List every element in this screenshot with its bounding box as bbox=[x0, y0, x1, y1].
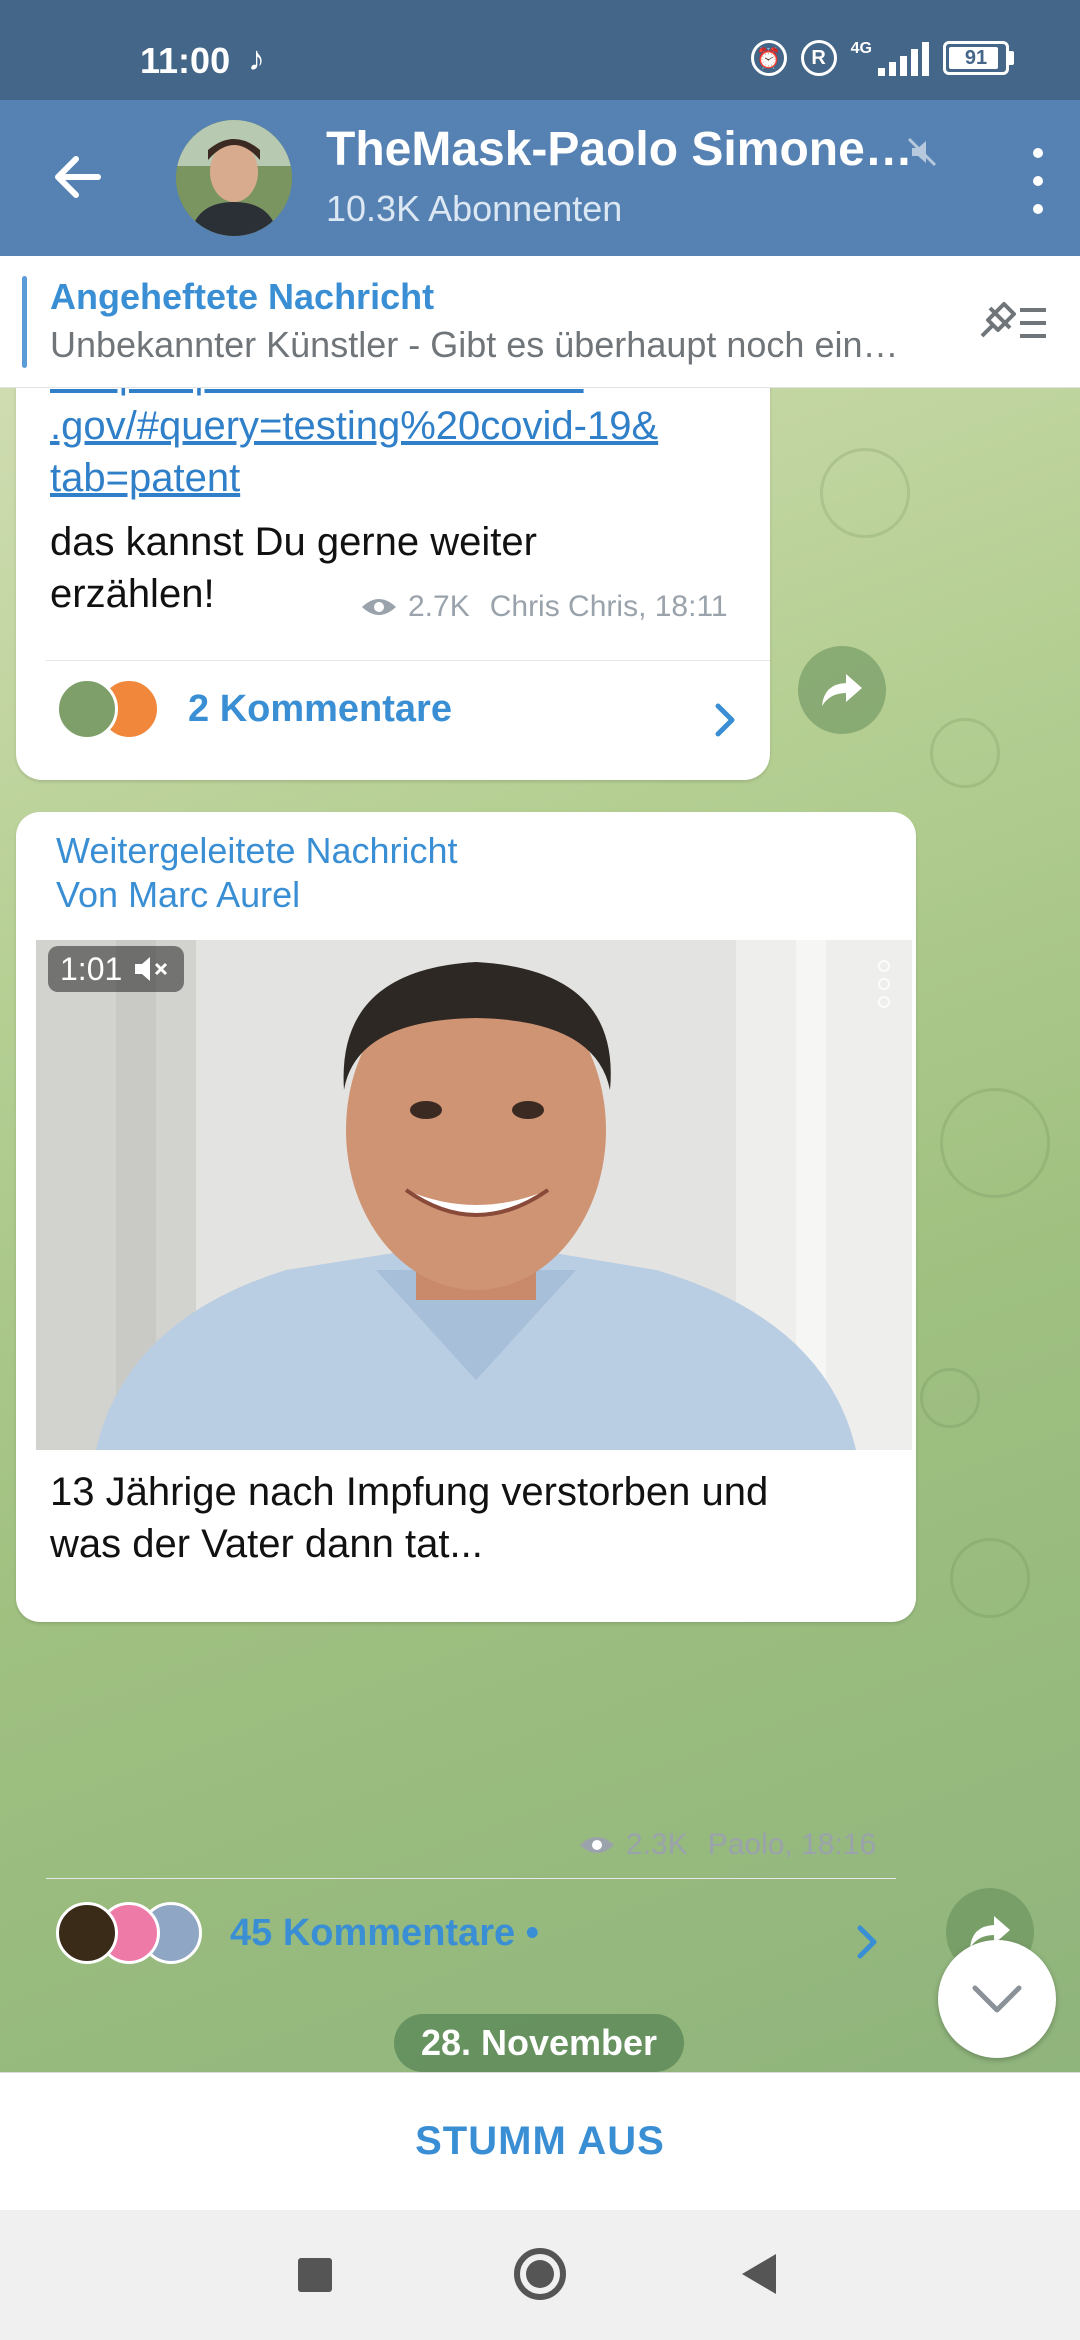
comments-label[interactable]: 2 Kommentare bbox=[188, 688, 452, 731]
message-author-time: Chris Chris, 18:11 bbox=[489, 590, 728, 623]
commenter-avatar bbox=[56, 678, 118, 740]
forwarded-from[interactable]: Von Marc Aurel bbox=[56, 874, 300, 916]
background-doodle bbox=[930, 718, 1000, 788]
status-bar: 11:00 ♪ ⏰ R 4G 91 bbox=[0, 0, 1080, 100]
pinned-title: Angeheftete Nachricht bbox=[50, 276, 435, 317]
recent-apps-icon[interactable] bbox=[298, 2258, 332, 2292]
divider bbox=[46, 1878, 896, 1879]
video-dots-icon bbox=[878, 960, 890, 1008]
chat-header: TheMask-Paolo Simone… 10.3K Abonnenten bbox=[0, 100, 1080, 256]
comments-row[interactable]: 45 Kommentare • bbox=[56, 1902, 539, 1964]
mute-bar: STUMM AUS bbox=[0, 2072, 1080, 2210]
network-label: 4G bbox=[850, 40, 872, 57]
pinned-message-bar[interactable]: Angeheftete Nachricht Unbekannter Künstl… bbox=[0, 256, 1080, 388]
eye-icon bbox=[362, 599, 396, 615]
more-icon[interactable] bbox=[1024, 148, 1052, 214]
date-separator: 28. November bbox=[394, 2014, 684, 2072]
forward-icon bbox=[822, 674, 862, 706]
video-frame bbox=[36, 940, 912, 1450]
commenter-avatar bbox=[56, 1902, 118, 1964]
message-text: 13 Jährige nach Impfung verstorben und bbox=[50, 1470, 769, 1514]
view-count: 2.3K bbox=[626, 1828, 688, 1861]
forwarded-label: Weitergeleitete Nachricht bbox=[56, 830, 458, 871]
background-doodle bbox=[950, 1538, 1030, 1618]
signal-icon bbox=[878, 40, 929, 76]
comments-label[interactable]: 45 Kommentare • bbox=[230, 1912, 539, 1955]
comments-row[interactable]: 2 Kommentare bbox=[56, 678, 452, 740]
message-author-time: Paolo, 18:16 bbox=[707, 1828, 877, 1861]
message-bubble[interactable]: Weitergeleitete Nachricht Von Marc Aurel bbox=[16, 812, 916, 1622]
channel-avatar[interactable] bbox=[176, 120, 292, 236]
message-text: was der Vater dann tat... bbox=[50, 1522, 483, 1566]
battery-tip bbox=[1009, 51, 1014, 65]
scroll-down-button[interactable] bbox=[938, 1940, 1056, 2058]
chevron-right-icon[interactable] bbox=[710, 700, 740, 740]
message-text: das kannst Du gerne weiter bbox=[50, 520, 537, 564]
view-count: 2.7K bbox=[408, 590, 470, 623]
navigation-bar bbox=[0, 2210, 1080, 2340]
channel-title[interactable]: TheMask-Paolo Simone… bbox=[326, 122, 916, 177]
tiktok-icon: ♪ bbox=[248, 40, 265, 78]
back-icon[interactable] bbox=[742, 2254, 776, 2294]
background-doodle bbox=[820, 448, 910, 538]
message-link[interactable]: - https://pubchem.ncbi.nlm.nih bbox=[50, 388, 584, 397]
message-meta: 2.3K Paolo, 18:16 bbox=[578, 1828, 876, 1862]
alarm-icon: ⏰ bbox=[750, 40, 787, 76]
background-doodle bbox=[940, 1088, 1050, 1198]
battery-text: 91 bbox=[964, 46, 988, 69]
message-link[interactable]: tab=patent bbox=[50, 456, 240, 501]
subscriber-count: 10.3K Abonnenten bbox=[326, 188, 623, 229]
forward-button[interactable] bbox=[798, 646, 886, 734]
message-bubble[interactable]: - https://pubchem.ncbi.nlm.nih .gov/#que… bbox=[16, 388, 770, 780]
chevron-right-icon[interactable] bbox=[852, 1922, 882, 1962]
unmute-button[interactable]: STUMM AUS bbox=[415, 2119, 665, 2164]
message-link[interactable]: .gov/#query=testing%20covid-19& bbox=[50, 404, 658, 449]
status-time: 11:00 bbox=[140, 40, 231, 81]
pinned-indicator bbox=[22, 276, 27, 368]
eye-icon bbox=[580, 1837, 614, 1853]
message-text: erzählen! bbox=[50, 572, 215, 616]
volume-off-icon[interactable] bbox=[132, 954, 172, 984]
pin-list-icon[interactable] bbox=[974, 296, 1050, 350]
pinned-text: Unbekannter Künstler - Gibt es überhaupt… bbox=[50, 324, 899, 365]
back-arrow-icon[interactable] bbox=[40, 140, 114, 214]
mute-icon bbox=[907, 137, 937, 167]
status-icons: ⏰ R 4G 91 bbox=[750, 40, 1014, 76]
video-thumbnail[interactable]: 1:01 bbox=[36, 940, 912, 1450]
message-meta: 2.7K Chris Chris, 18:11 bbox=[360, 590, 728, 624]
home-icon[interactable] bbox=[514, 2248, 566, 2300]
video-duration-badge: 1:01 bbox=[48, 946, 185, 992]
registered-icon: R bbox=[800, 40, 837, 76]
divider bbox=[46, 660, 770, 661]
chevron-down-icon bbox=[972, 1985, 1022, 2013]
chat-area[interactable]: - https://pubchem.ncbi.nlm.nih .gov/#que… bbox=[0, 388, 1080, 2072]
background-doodle bbox=[920, 1368, 980, 1428]
battery-icon: 91 bbox=[943, 41, 1009, 75]
video-duration: 1:01 bbox=[60, 950, 123, 987]
